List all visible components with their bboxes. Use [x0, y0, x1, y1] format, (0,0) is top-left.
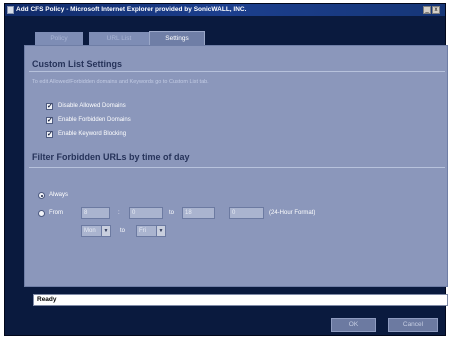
settings-panel: Custom List Settings To edit Allowed/For… — [24, 45, 448, 287]
filter-time-heading: Filter Forbidden URLs by time of day — [32, 152, 190, 162]
always-radio[interactable] — [38, 192, 45, 199]
disable-allowed-domains-checkbox[interactable]: ✓ — [46, 103, 53, 110]
disable-allowed-domains-option[interactable]: ✓ Disable Allowed Domains — [46, 102, 126, 111]
enable-forbidden-domains-option[interactable]: ✓ Enable Forbidden Domains — [46, 116, 131, 125]
day-to-select[interactable]: Fri ▼ — [136, 225, 166, 237]
chevron-down-icon[interactable]: ▼ — [156, 226, 165, 236]
from-label: From — [49, 210, 63, 216]
ok-button[interactable]: OK — [331, 318, 376, 332]
enable-keyword-blocking-checkbox[interactable]: ✓ — [46, 131, 53, 138]
chevron-down-icon[interactable]: ▼ — [101, 226, 110, 236]
window-title: Add CFS Policy - Microsoft Internet Expl… — [16, 6, 247, 13]
always-label: Always — [49, 192, 69, 198]
day-to-value: Fri — [139, 228, 146, 234]
from-radio[interactable] — [38, 210, 45, 217]
time-to-label: to — [169, 210, 175, 216]
enable-keyword-blocking-option[interactable]: ✓ Enable Keyword Blocking — [46, 130, 126, 139]
close-button[interactable]: x — [432, 6, 440, 14]
time-colon: : — [118, 210, 120, 216]
enable-forbidden-domains-checkbox[interactable]: ✓ — [46, 117, 53, 124]
time-format-hint: (24-Hour Format) — [269, 210, 316, 216]
title-bar: Add CFS Policy - Microsoft Internet Expl… — [5, 4, 445, 16]
tab-url-list[interactable]: URL List — [89, 32, 149, 46]
ie-page-icon — [7, 6, 14, 14]
cfs-policy-window: Add CFS Policy - Microsoft Internet Expl… — [4, 3, 448, 336]
from-minute-input[interactable]: 0 — [129, 207, 163, 219]
custom-list-heading: Custom List Settings — [32, 59, 123, 69]
day-from-select[interactable]: Mon ▼ — [81, 225, 111, 237]
from-hour-input[interactable]: 8 — [81, 207, 110, 219]
day-from-value: Mon — [84, 228, 96, 234]
section-divider — [29, 167, 445, 168]
section-divider — [29, 71, 445, 72]
always-option[interactable]: Always — [38, 191, 68, 200]
tab-policy[interactable]: Policy — [35, 32, 83, 46]
custom-list-info: To edit Allowed/Forbidden domains and Ke… — [32, 79, 209, 85]
enable-forbidden-domains-label: Enable Forbidden Domains — [58, 117, 131, 123]
enable-keyword-blocking-label: Enable Keyword Blocking — [58, 131, 127, 137]
cancel-button[interactable]: Cancel — [388, 318, 438, 332]
to-minute-input[interactable]: 0 — [229, 207, 264, 219]
status-bar: Ready — [33, 294, 448, 306]
from-option[interactable]: From — [38, 209, 63, 218]
minimize-button[interactable]: _ — [423, 6, 431, 14]
disable-allowed-domains-label: Disable Allowed Domains — [58, 103, 126, 109]
to-hour-input[interactable]: 18 — [182, 207, 215, 219]
day-to-label: to — [120, 228, 126, 234]
tab-settings[interactable]: Settings — [149, 31, 205, 46]
